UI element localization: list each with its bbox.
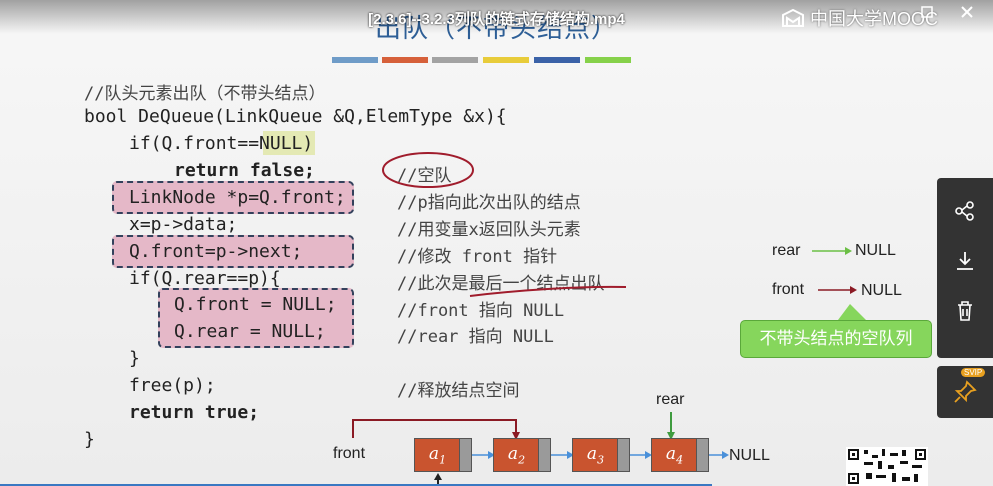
annotation-underline [469,285,627,297]
list-rear-label: rear [656,391,685,408]
list-node-a1: a1 [414,438,472,472]
delete-button[interactable] [945,296,985,336]
mooc-logo: 中国大学MOOC [782,6,938,30]
list-front-label: front [333,445,366,462]
download-button[interactable] [945,246,985,286]
share-icon [955,201,974,221]
empty-front-label: front [772,281,805,298]
list-node-a3: a3 [572,438,630,472]
node-label-a2: 2 [518,453,526,467]
empty-rear-label: rear [772,242,801,259]
close-window-button[interactable] [958,5,976,23]
empty-rear-null: NULL [855,242,896,259]
list-node-a2: a2 [493,438,551,472]
pin-icon [954,380,977,403]
download-icon [957,252,973,270]
list-tail-null: NULL [729,447,770,464]
close-icon [961,6,973,18]
node-label-a1: 1 [439,453,447,467]
node-label-a4: 4 [676,453,684,467]
node-label-a3: 3 [597,453,605,467]
svip-badge: SVIP [961,368,986,377]
slide: 出队（不带头结点） //队头元素出队（不带头结点） bool DeQueue(L… [0,0,993,486]
restore-icon [921,6,933,18]
empty-queue-callout: 不带头结点的空队列 [740,320,932,358]
list-node-a4: a4 [651,438,709,472]
mooc-logo-icon [782,9,804,27]
annotation-circle [382,152,474,188]
trash-icon [958,301,972,321]
side-toolbar [937,178,993,358]
qr-code-icon [846,447,928,486]
share-button[interactable] [945,196,985,236]
restore-window-button[interactable] [918,5,936,23]
annotation-marks [352,152,866,486]
empty-front-null: NULL [861,282,902,299]
